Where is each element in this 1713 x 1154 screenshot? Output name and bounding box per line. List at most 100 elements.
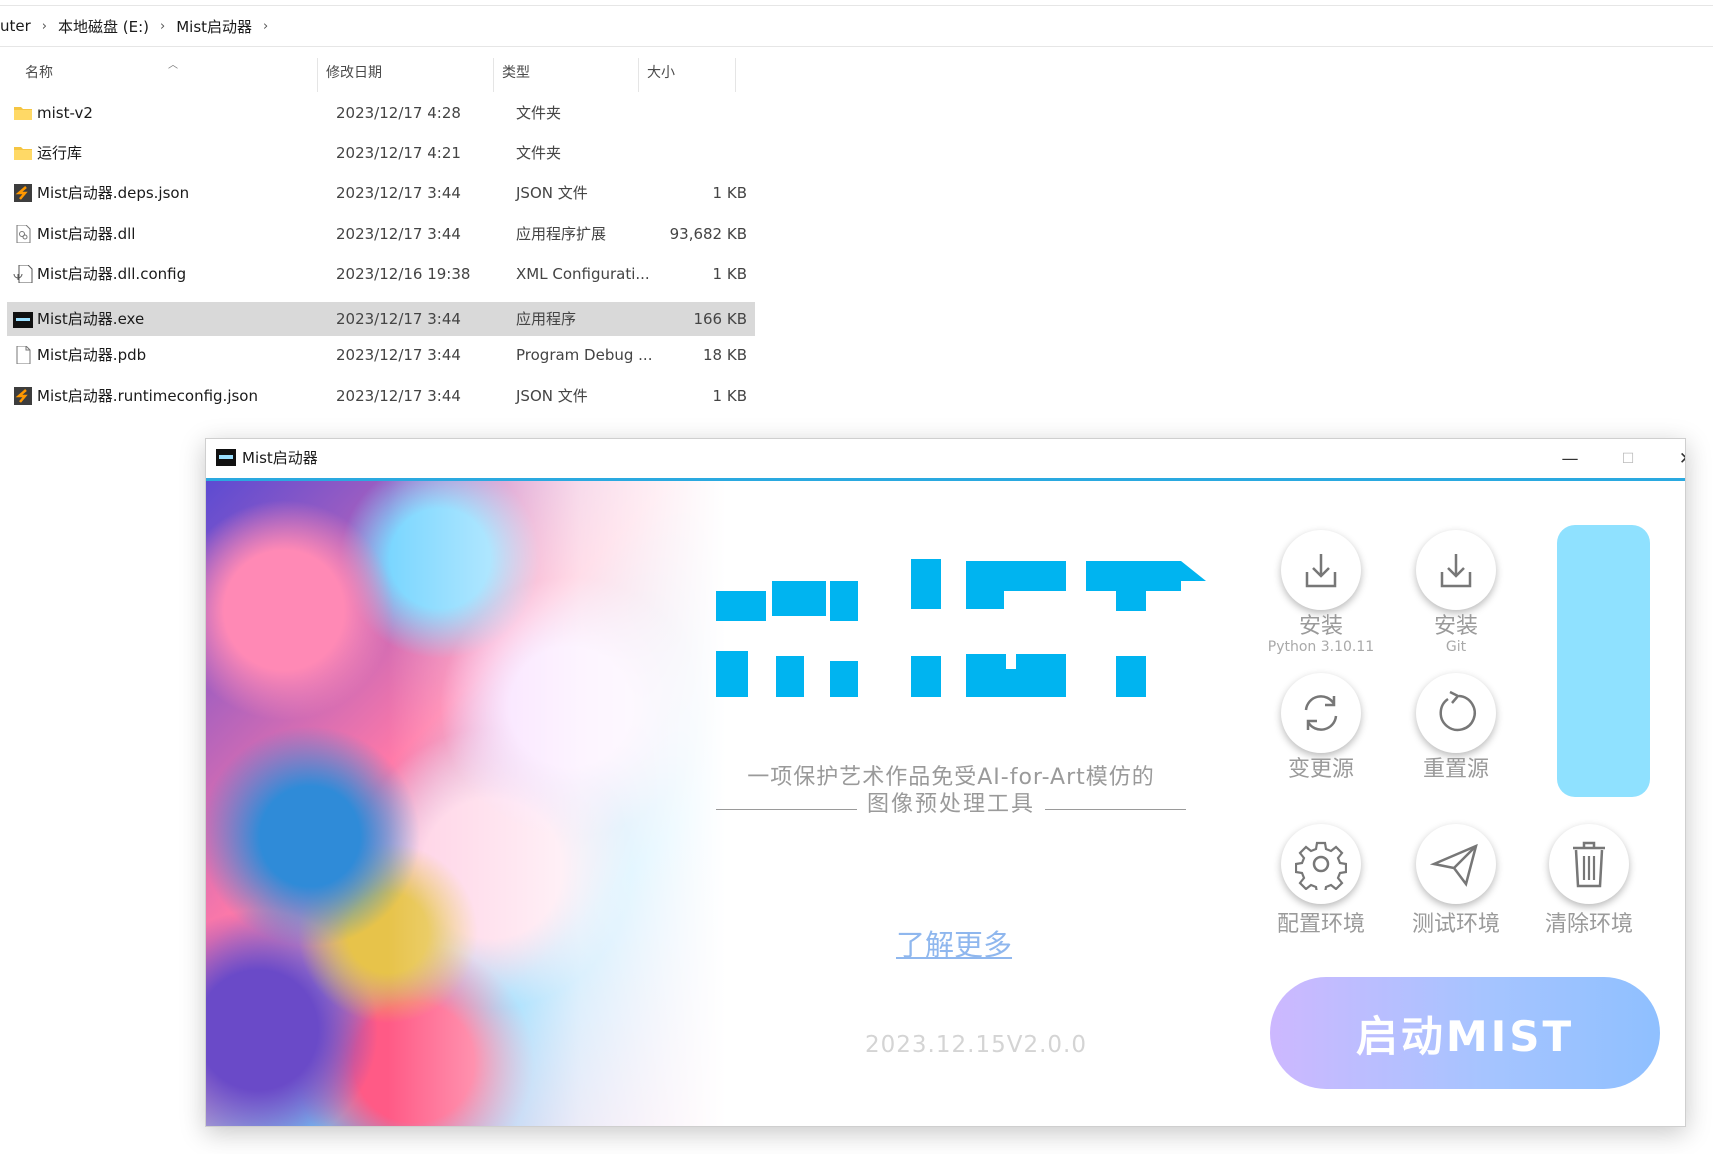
file-type: 文件夹 (516, 144, 562, 162)
reset-icon (1439, 690, 1476, 732)
file-name: Mist启动器.deps.json (37, 184, 190, 202)
maximize-button[interactable]: ☐ (1599, 439, 1657, 478)
artwork-fade-overlay (206, 481, 726, 1126)
install-python-label: 安装 (1298, 614, 1343, 639)
breadcrumb-computer[interactable]: uter (0, 17, 40, 35)
close-button[interactable]: ✕ (1657, 439, 1685, 478)
title-bar[interactable]: Mist启动器 — ☐ ✕ (206, 439, 1685, 478)
file-row[interactable]: Mist启动器.dll 2023/12/17 3:44 应用程序扩展 93,68… (7, 216, 755, 252)
minimize-button[interactable]: — (1541, 439, 1599, 478)
install-git-sub: Git (1445, 639, 1467, 655)
column-header-size-label: 大小 (647, 65, 675, 81)
file-date: 2023/12/17 3:44 (336, 184, 461, 202)
window-title: Mist启动器 (242, 449, 318, 467)
address-bar[interactable]: uter › 本地磁盘 (E:) › Mist启动器 › (0, 5, 1713, 47)
install-python-button[interactable]: 安装 Python 3.10.11 (1261, 530, 1381, 654)
change-source-circle[interactable] (1281, 673, 1361, 753)
install-git-circle[interactable] (1416, 530, 1496, 610)
file-row[interactable]: mist-v2 2023/12/17 4:28 文件夹 (7, 95, 755, 131)
reset-source-circle[interactable] (1416, 673, 1496, 753)
column-header-size[interactable]: 大小 (639, 52, 735, 92)
download-icon (1305, 554, 1337, 588)
file-size: 1 KB (712, 387, 747, 405)
test-env-button[interactable]: 测试环境 (1396, 824, 1516, 938)
folder-icon (14, 107, 32, 120)
clean-env-label: 清除环境 (1544, 912, 1633, 937)
chevron-right-icon[interactable]: › (40, 19, 49, 34)
file-row[interactable]: Mist启动器.pdb 2023/12/17 3:44 Program Debu… (7, 337, 755, 373)
file-size: 93,682 KB (669, 225, 747, 243)
version-label: 2023.12.15V2.0.0 (865, 1032, 1087, 1058)
file-name: Mist启动器.pdb (37, 346, 147, 364)
file-row[interactable]: 运行库 2023/12/17 4:21 文件夹 (7, 135, 755, 171)
file-row[interactable]: Mist启动器.runtimeconfig.json 2023/12/17 3:… (7, 378, 755, 414)
test-env-label: 测试环境 (1411, 912, 1500, 937)
column-header-name[interactable]: 名称 (17, 52, 317, 92)
file-size: 166 KB (693, 310, 747, 328)
side-panel-toggle[interactable] (1557, 525, 1650, 797)
file-type: 应用程序扩展 (516, 225, 607, 243)
install-python-circle[interactable] (1281, 530, 1361, 610)
file-name: mist-v2 (37, 104, 93, 122)
json-file-icon (14, 387, 32, 405)
file-size: 1 KB (712, 265, 747, 283)
file-date: 2023/12/17 3:44 (336, 310, 461, 328)
install-git-button[interactable]: 安装 Git (1396, 530, 1516, 654)
chevron-right-icon[interactable]: › (158, 19, 167, 34)
file-name: Mist启动器.runtimeconfig.json (37, 387, 258, 405)
config-env-circle[interactable] (1281, 824, 1361, 904)
launch-mist-button[interactable]: 启动MIST (1270, 977, 1660, 1089)
file-size: 18 KB (703, 346, 747, 364)
file-type: Program Debug ... (516, 346, 653, 364)
reset-source-label: 重置源 (1422, 757, 1489, 782)
dll-file-icon (16, 225, 31, 243)
file-date: 2023/12/17 3:44 (336, 346, 461, 364)
chevron-right-icon[interactable]: › (261, 19, 270, 34)
file-row-selected[interactable]: Mist启动器.exe 2023/12/17 3:44 应用程序 166 KB (7, 302, 755, 336)
download-icon (1440, 554, 1472, 588)
refresh-icon (1304, 695, 1338, 731)
tagline-line-2: 图像预处理工具 (716, 787, 1187, 817)
file-name: Mist启动器.dll.config (37, 265, 187, 283)
config-file-icon (13, 265, 33, 283)
breadcrumb-drive-e[interactable]: 本地磁盘 (E:) (49, 16, 158, 37)
clean-env-button[interactable]: 清除环境 (1529, 824, 1649, 938)
column-header-name-label: 名称 (25, 65, 53, 81)
column-divider[interactable] (735, 58, 736, 92)
exe-file-icon (13, 312, 33, 328)
reset-source-button[interactable]: 重置源 (1396, 673, 1516, 783)
learn-more-link[interactable]: 了解更多 (896, 922, 1012, 964)
config-env-label: 配置环境 (1276, 912, 1365, 937)
blank-file-icon (16, 346, 31, 364)
trash-icon (1573, 841, 1605, 888)
change-source-button[interactable]: 变更源 (1261, 673, 1381, 783)
file-row[interactable]: Mist启动器.deps.json 2023/12/17 3:44 JSON 文… (7, 175, 755, 211)
tagline-line-2-text: 图像预处理工具 (867, 792, 1036, 817)
launch-mist-label: 启动MIST (1355, 1011, 1575, 1061)
tagline-divider (716, 808, 857, 810)
file-type: JSON 文件 (516, 184, 588, 202)
column-header-type-label: 类型 (502, 65, 530, 81)
clean-env-circle[interactable] (1549, 824, 1629, 904)
json-file-icon (14, 184, 32, 202)
file-date: 2023/12/17 3:44 (336, 225, 461, 243)
column-header-date[interactable]: 修改日期 (318, 52, 493, 92)
config-env-button[interactable]: 配置环境 (1261, 824, 1381, 938)
breadcrumb-mist-folder[interactable]: Mist启动器 (167, 16, 261, 37)
file-date: 2023/12/16 19:38 (336, 265, 471, 283)
folder-icon (14, 147, 32, 160)
file-row[interactable]: Mist启动器.dll.config 2023/12/16 19:38 XML … (7, 256, 755, 292)
column-header-date-label: 修改日期 (326, 65, 382, 81)
file-type: XML Configurati... (516, 265, 650, 283)
file-type: 应用程序 (516, 310, 577, 328)
mist-launcher-window: Mist启动器 — ☐ ✕ (205, 438, 1686, 1127)
test-env-circle[interactable] (1416, 824, 1496, 904)
file-date: 2023/12/17 4:21 (336, 144, 461, 162)
change-source-label: 变更源 (1287, 757, 1354, 782)
file-type: JSON 文件 (516, 387, 588, 405)
column-header-type[interactable]: 类型 (494, 52, 638, 92)
file-type: 文件夹 (516, 104, 562, 122)
file-name: Mist启动器.dll (37, 225, 136, 243)
mist-logo (716, 559, 1206, 697)
app-icon (216, 449, 236, 466)
